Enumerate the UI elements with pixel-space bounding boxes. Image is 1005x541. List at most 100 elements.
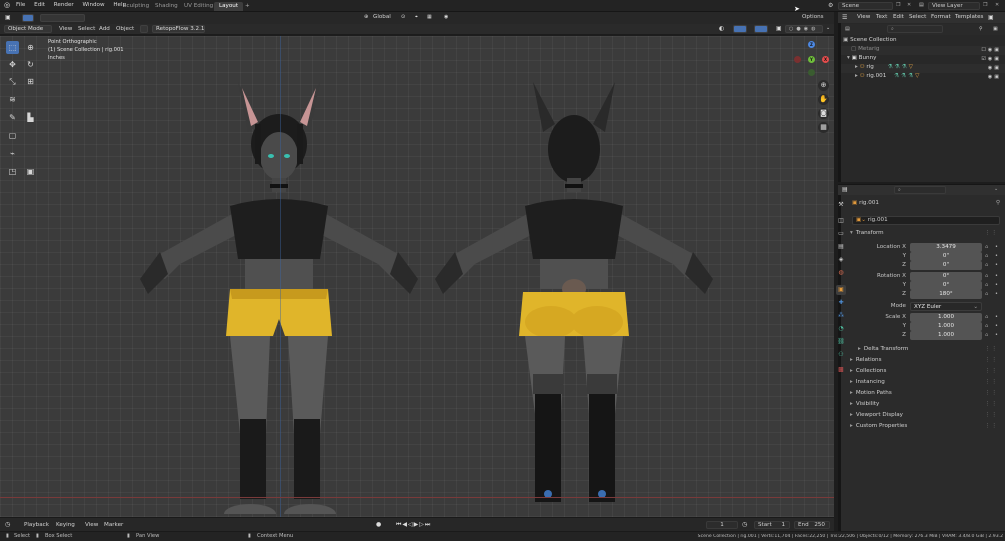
mode-select[interactable]: Object Mode xyxy=(4,25,52,33)
drag-handle-icon[interactable]: ⋮⋮ xyxy=(985,379,998,385)
proportional-edit-icon[interactable]: ◉ xyxy=(444,14,448,20)
location-y-field[interactable]: 0" xyxy=(910,252,982,261)
perspective-grid-icon[interactable]: ▦ xyxy=(818,122,829,133)
shading-options-icon[interactable]: ⌄ xyxy=(826,25,830,31)
scale-z-field[interactable]: 1.000 xyxy=(910,331,982,340)
keyframe-icon[interactable]: • xyxy=(995,244,998,250)
tab-layout[interactable]: Layout xyxy=(214,2,244,11)
rotation-mode-select[interactable]: XYZ Euler ⌄ xyxy=(910,302,982,311)
relations-panel-header[interactable]: ▸ Relations ⋮⋮ xyxy=(850,357,1002,367)
playback-controls-icon[interactable]: ⏮◀◁▶▷⏭ xyxy=(396,521,431,529)
lock-icon[interactable]: ⌂ xyxy=(985,244,988,250)
visibility-toggles[interactable]: ☑◉▣ xyxy=(981,56,1001,62)
select-tool-icon[interactable] xyxy=(22,14,34,22)
camera-icon[interactable]: ◙ xyxy=(818,108,829,119)
instancing-panel-header[interactable]: ▸ Instancing ⋮⋮ xyxy=(850,379,1002,389)
keyframe-icon[interactable]: • xyxy=(995,291,998,297)
select-box-tool-icon[interactable]: ⬚ xyxy=(6,41,19,54)
visibility-icon[interactable]: ◐ xyxy=(719,25,724,32)
outliner-row-scene-collection[interactable]: ▣ Scene Collection xyxy=(841,37,1005,46)
keyframe-icon[interactable]: • xyxy=(995,262,998,268)
clock-icon[interactable]: ◷ xyxy=(742,521,747,528)
gizmo-x-axis[interactable]: X xyxy=(822,56,829,63)
outliner-menu-edit[interactable]: Edit xyxy=(893,14,904,20)
lock-icon[interactable]: ⌂ xyxy=(985,332,988,338)
lock-icon[interactable]: ⌂ xyxy=(985,323,988,329)
xray-icon[interactable]: ▣ xyxy=(776,25,782,32)
retopoflow-menu[interactable]: RetopoFlow 3.2.1 xyxy=(152,25,205,33)
menu-edit[interactable]: Edit xyxy=(34,2,45,8)
outliner-row-rig-001[interactable]: ▸ ⚇ rig.001 ⚗⚗⚗▽ ◉▣ xyxy=(841,73,1005,82)
image-tool-icon[interactable]: ▣ xyxy=(24,165,37,178)
blender-logo-icon[interactable]: ◎ xyxy=(4,1,10,9)
delta-transform-header[interactable]: ▸ Delta Transform ⋮⋮ xyxy=(858,346,1002,356)
current-frame-field[interactable]: 1 xyxy=(706,521,738,529)
gizmo-neg-y-axis[interactable] xyxy=(808,69,815,76)
pivot-point-icon[interactable]: ⊙ xyxy=(401,14,405,20)
gizmo-z-axis[interactable]: Z xyxy=(808,41,815,48)
lock-icon[interactable]: ⌂ xyxy=(985,282,988,288)
transform-orientation-select[interactable]: Global xyxy=(370,14,396,22)
location-z-field[interactable]: 0" xyxy=(910,261,982,270)
new-item-icon[interactable]: ▣ xyxy=(993,26,998,32)
pin-icon[interactable]: ⚲ xyxy=(996,200,1000,206)
add-cube-tool-icon[interactable]: ▢ xyxy=(6,129,19,142)
physics-tab-icon[interactable]: ◔ xyxy=(836,324,846,334)
view-layer-tab-icon[interactable]: ▤ xyxy=(836,242,846,252)
outliner-menu-templates[interactable]: Templates xyxy=(955,14,983,20)
display-mode-icon[interactable]: ▤ xyxy=(845,26,850,32)
visibility-toggles[interactable]: ◉▣ xyxy=(988,65,1001,71)
lock-icon[interactable]: ⌂ xyxy=(985,291,988,297)
menu-window[interactable]: Window xyxy=(82,2,104,8)
object-data-tab-icon[interactable]: ⚇ xyxy=(836,350,846,360)
rotation-z-field[interactable]: 180° xyxy=(910,290,982,299)
output-tab-icon[interactable]: ▭ xyxy=(836,229,846,239)
end-frame-field[interactable]: End 250 xyxy=(794,521,830,529)
options-menu[interactable]: Options xyxy=(799,14,829,22)
copy-icon[interactable]: ❐ xyxy=(896,2,900,8)
menu-file[interactable]: File xyxy=(16,2,25,8)
timeline-editor-icon[interactable]: ◷ xyxy=(5,521,10,528)
keyframe-icon[interactable]: • xyxy=(995,323,998,329)
menu-add[interactable]: Add xyxy=(99,26,110,32)
keyframe-icon[interactable]: • xyxy=(995,332,998,338)
scene-selector[interactable]: Scene xyxy=(838,2,893,10)
particles-tab-icon[interactable]: ⁂ xyxy=(836,311,846,321)
drag-handle-icon[interactable]: ⋮⋮ xyxy=(985,346,998,352)
menu-render[interactable]: Render xyxy=(54,2,74,8)
outliner-row-rig[interactable]: ▸ ⚇ rig ⚗⚗⚗▽ ◉▣ xyxy=(841,64,1005,73)
drag-handle-icon[interactable]: ⋮⋮ xyxy=(985,412,998,418)
lock-icon[interactable]: ⌂ xyxy=(985,314,988,320)
keyframe-icon[interactable]: • xyxy=(995,253,998,259)
close-layer-icon[interactable]: ✕ xyxy=(995,2,999,8)
snap-target-icon[interactable]: ▦ xyxy=(427,14,432,20)
brush-tool-icon[interactable]: ⌁ xyxy=(6,147,19,160)
zoom-icon[interactable]: ⊕ xyxy=(818,80,829,91)
scale-tool-icon[interactable]: ⤡ xyxy=(6,75,19,88)
annotate-tool-icon[interactable]: ≋ xyxy=(6,93,19,106)
constraints-tab-icon[interactable]: ⛓ xyxy=(836,337,846,347)
properties-options-icon[interactable]: ⌄ xyxy=(994,186,998,192)
tab-shading[interactable]: Shading xyxy=(150,2,183,11)
visibility-toggles[interactable]: ☐◉▣ xyxy=(981,47,1001,53)
location-x-field[interactable]: 3.3479 xyxy=(910,243,982,252)
menu-select[interactable]: Select xyxy=(78,26,95,32)
close-icon[interactable]: ✕ xyxy=(907,2,911,8)
custom-properties-panel-header[interactable]: ▸ Custom Properties ⋮⋮ xyxy=(850,423,1002,433)
selection-mode-buttons[interactable] xyxy=(40,14,85,22)
3d-viewport[interactable]: Point Orthographic (1) Scene Collection … xyxy=(0,36,834,517)
add-workspace-button[interactable]: + xyxy=(240,2,255,11)
properties-search-input[interactable]: ⌕ xyxy=(894,186,946,194)
drag-handle-icon[interactable]: ⋮⋮ xyxy=(985,423,998,429)
ruler-tool-icon[interactable]: ▙ xyxy=(24,111,37,124)
transform-tool-icon[interactable]: ⊞ xyxy=(24,75,37,88)
rotation-y-field[interactable]: 0° xyxy=(910,281,982,290)
editor-type-icon[interactable]: ▣ xyxy=(5,14,11,21)
world-tab-icon[interactable]: ◍ xyxy=(836,268,846,278)
scene-tab-icon[interactable]: ◈ xyxy=(836,255,846,265)
outliner-menu-text[interactable]: Text xyxy=(876,14,887,20)
rotate-tool-icon[interactable]: ↻ xyxy=(24,58,37,71)
modifier-tab-icon[interactable]: ✚ xyxy=(836,298,846,308)
overlay-toggle-icon[interactable] xyxy=(754,25,768,33)
new-collection-icon[interactable]: ▣ xyxy=(988,14,994,21)
